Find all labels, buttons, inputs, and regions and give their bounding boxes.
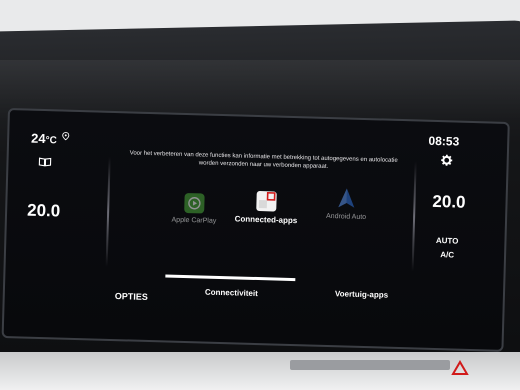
climate-ac-button[interactable]: A/C (440, 250, 454, 259)
gear-icon[interactable] (441, 154, 453, 166)
clock: 08:53 (428, 133, 460, 149)
tab-vehicle-apps[interactable]: Voertuig-apps (335, 289, 388, 299)
connected-apps-glyph (258, 191, 276, 209)
infotainment-screen: 24°C 20.0 08:53 20.0 AUTO A/C Voor het v… (1, 108, 510, 352)
active-tab-indicator (165, 274, 296, 282)
screen-content: 24°C 20.0 08:53 20.0 AUTO A/C Voor het v… (4, 110, 508, 350)
driver-temperature[interactable]: 20.0 (27, 201, 61, 222)
connected-apps-tile[interactable]: Connected-apps (231, 190, 302, 225)
data-sharing-notice: Voor het verbeteren van deze functies ka… (129, 150, 398, 170)
carplay-play-icon (188, 197, 201, 210)
passenger-temperature[interactable]: 20.0 (432, 192, 466, 213)
outside-temperature-unit: °C (45, 135, 57, 147)
bottom-tab-bar: OPTIES Connectiviteit Voertuig-apps (104, 273, 425, 322)
outside-temperature: 24°C (31, 131, 57, 147)
dashboard-trim (0, 352, 520, 390)
outside-temperature-value: 24 (30, 130, 46, 147)
connected-apps-label: Connected-apps (234, 214, 298, 226)
carplay-icon (184, 192, 205, 214)
options-button[interactable]: OPTIES (115, 291, 148, 302)
location-pin-icon (62, 132, 70, 141)
tab-connectivity[interactable]: Connectiviteit (205, 288, 258, 298)
climate-auto-button[interactable]: AUTO (436, 236, 459, 246)
air-vent (290, 360, 450, 370)
apple-carplay-tile[interactable]: Apple CarPlay (159, 192, 230, 225)
manual-book-icon[interactable] (38, 157, 52, 167)
android-auto-label: Android Auto (325, 212, 367, 222)
android-auto-tile[interactable]: Android Auto (311, 187, 382, 222)
apple-carplay-label: Apple CarPlay (171, 216, 217, 225)
hazard-button-icon[interactable] (450, 358, 470, 378)
right-divider (411, 161, 417, 272)
left-divider (105, 156, 111, 267)
android-auto-icon (336, 187, 357, 210)
android-auto-glyph (338, 188, 355, 208)
connected-apps-icon (256, 190, 277, 212)
